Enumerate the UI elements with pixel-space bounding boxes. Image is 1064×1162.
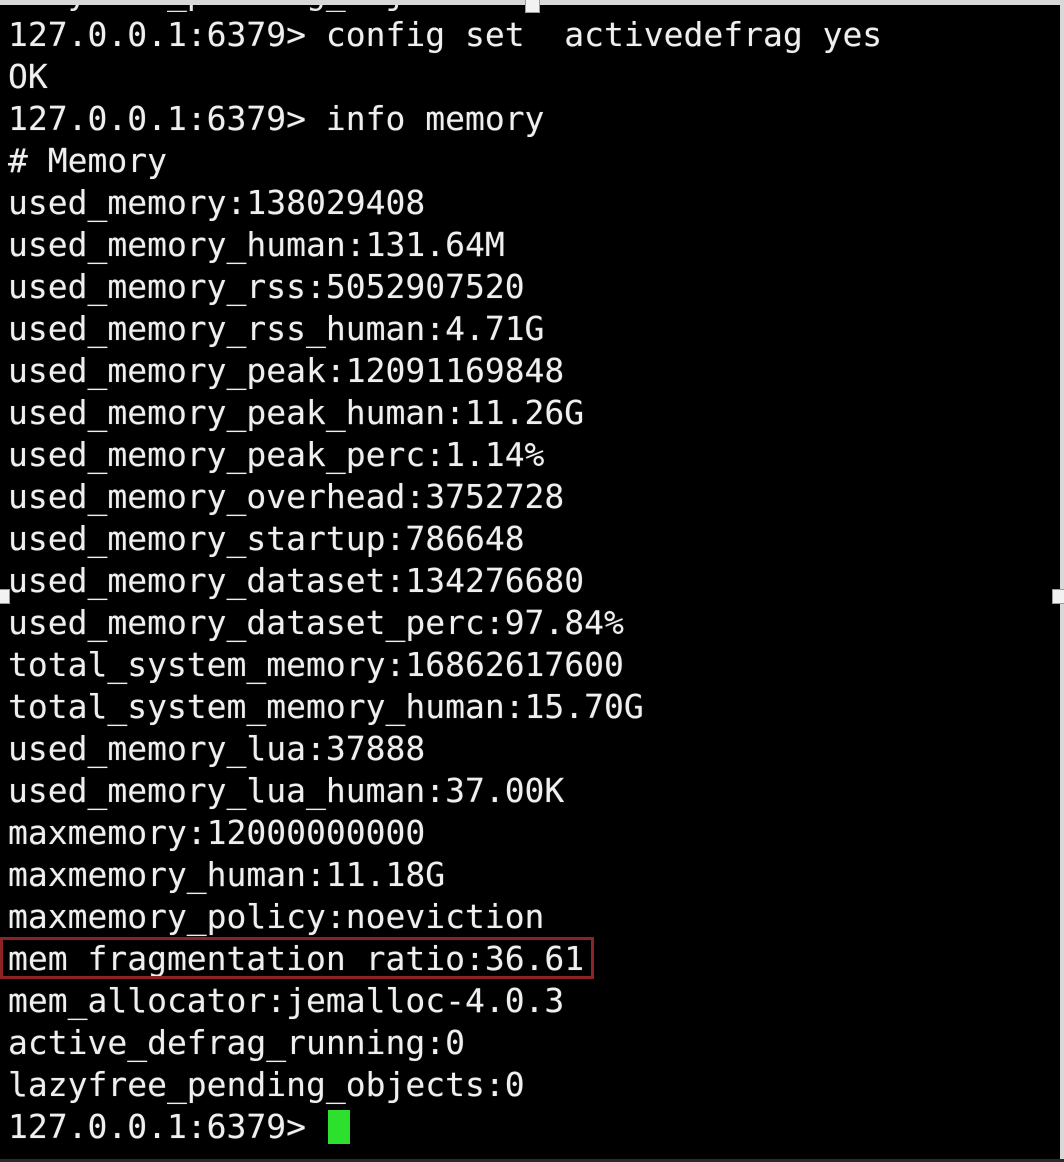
terminal-line-total-system-memory-human: total_system_memory_human:15.70G <box>0 686 1064 728</box>
terminal-line-text: maxmemory_human:11.18G <box>8 855 446 894</box>
terminal-cursor[interactable] <box>327 1110 350 1144</box>
terminal-line-used-memory-rss: used_memory_rss:5052907520 <box>0 266 1064 308</box>
terminal-line-text: mem_fragmentation_ratio:36.61 <box>8 939 585 978</box>
terminal-line-active-defrag-running: active_defrag_running:0 <box>0 1022 1064 1064</box>
terminal-line-text: total_system_memory_human:15.70G <box>8 687 644 726</box>
terminal-line-text: mem_allocator:jemalloc-4.0.3 <box>8 981 565 1020</box>
terminal-line-mem-allocator: mem_allocator:jemalloc-4.0.3 <box>0 980 1064 1022</box>
terminal-line-text: 127.0.0.1:6379> <box>8 1107 326 1146</box>
terminal-line-lazyfree-pending-objects: lazyfree_pending_objects:0 <box>0 1064 1064 1106</box>
selection-edge-right <box>1060 0 1064 1162</box>
terminal-line-maxmemory: maxmemory:12000000000 <box>0 812 1064 854</box>
terminal-line-used-memory-dataset: used_memory_dataset:134276680 <box>0 560 1064 602</box>
terminal-line-text: used_memory_dataset_perc:97.84% <box>8 603 624 642</box>
terminal-line-text: total_system_memory:16862617600 <box>8 645 624 684</box>
terminal-line-cmd-config-set: 127.0.0.1:6379> config set activedefrag … <box>0 14 1064 56</box>
terminal-line-text: used_memory_overhead:3752728 <box>8 477 565 516</box>
terminal-line-text: used_memory:138029408 <box>8 183 426 222</box>
terminal-line-text: used_memory_peak_human:11.26G <box>8 393 585 432</box>
terminal-line-used-memory-dataset-perc: used_memory_dataset_perc:97.84% <box>0 602 1064 644</box>
terminal-line-text: maxmemory_policy:noeviction <box>8 897 545 936</box>
terminal-output[interactable]: 127.0.0.1:6379> config set activedefrag … <box>0 14 1064 1148</box>
terminal-line-used-memory-lua-human: used_memory_lua_human:37.00K <box>0 770 1064 812</box>
resize-handle-left[interactable] <box>0 589 10 604</box>
terminal-line-text: lazyfree_pending_objects:0 <box>8 1065 525 1104</box>
terminal-line-reply-ok: OK <box>0 56 1064 98</box>
terminal-line-text: # Memory <box>8 141 167 180</box>
terminal-line-text: 127.0.0.1:6379> info memory <box>8 99 545 138</box>
terminal-line-text: used_memory_rss:5052907520 <box>8 267 525 306</box>
terminal-line-used-memory-overhead: used_memory_overhead:3752728 <box>0 476 1064 518</box>
terminal-line-used-memory-startup: used_memory_startup:786648 <box>0 518 1064 560</box>
terminal-line-section-memory: # Memory <box>0 140 1064 182</box>
terminal-line-used-memory: used_memory:138029408 <box>0 182 1064 224</box>
terminal-line-text: used_memory_startup:786648 <box>8 519 525 558</box>
terminal-line-used-memory-peak-human: used_memory_peak_human:11.26G <box>0 392 1064 434</box>
terminal-line-text: used_memory_peak:12091169848 <box>8 351 565 390</box>
terminal-line-total-system-memory: total_system_memory:16862617600 <box>0 644 1064 686</box>
terminal-line-text: used_memory_lua:37888 <box>8 729 426 768</box>
terminal-line-cmd-info-memory: 127.0.0.1:6379> info memory <box>0 98 1064 140</box>
resize-handle-right[interactable] <box>1052 589 1064 604</box>
terminal-line-text: used_memory_lua_human:37.00K <box>8 771 565 810</box>
terminal-line-text: used_memory_dataset:134276680 <box>8 561 585 600</box>
terminal-line-text: used_memory_human:131.64M <box>8 225 505 264</box>
terminal-line-used-memory-rss-human: used_memory_rss_human:4.71G <box>0 308 1064 350</box>
terminal-line-text: maxmemory:12000000000 <box>8 813 426 852</box>
terminal-line-used-memory-lua: used_memory_lua:37888 <box>0 728 1064 770</box>
terminal-line-mem-fragmentation-ratio: mem_fragmentation_ratio:36.61 <box>0 938 1064 980</box>
terminal-line-text: used_memory_rss_human:4.71G <box>8 309 545 348</box>
terminal-line-maxmemory-policy: maxmemory_policy:noeviction <box>0 896 1064 938</box>
terminal-line-used-memory-human: used_memory_human:131.64M <box>0 224 1064 266</box>
terminal-line-prompt-final: 127.0.0.1:6379> <box>0 1106 1064 1148</box>
terminal-screenshot: lazyfree_pending_objects:0 127.0.0.1:637… <box>0 0 1064 1162</box>
terminal-line-text: used_memory_peak_perc:1.14% <box>8 435 545 474</box>
terminal-line-text: 127.0.0.1:6379> config set activedefrag … <box>8 15 883 54</box>
terminal-line-maxmemory-human: maxmemory_human:11.18G <box>0 854 1064 896</box>
resize-handle-top[interactable] <box>525 0 540 13</box>
terminal-line-text: OK <box>8 57 48 96</box>
terminal-line-text: active_defrag_running:0 <box>8 1023 465 1062</box>
terminal-line-used-memory-peak-perc: used_memory_peak_perc:1.14% <box>0 434 1064 476</box>
terminal-line-used-memory-peak: used_memory_peak:12091169848 <box>0 350 1064 392</box>
